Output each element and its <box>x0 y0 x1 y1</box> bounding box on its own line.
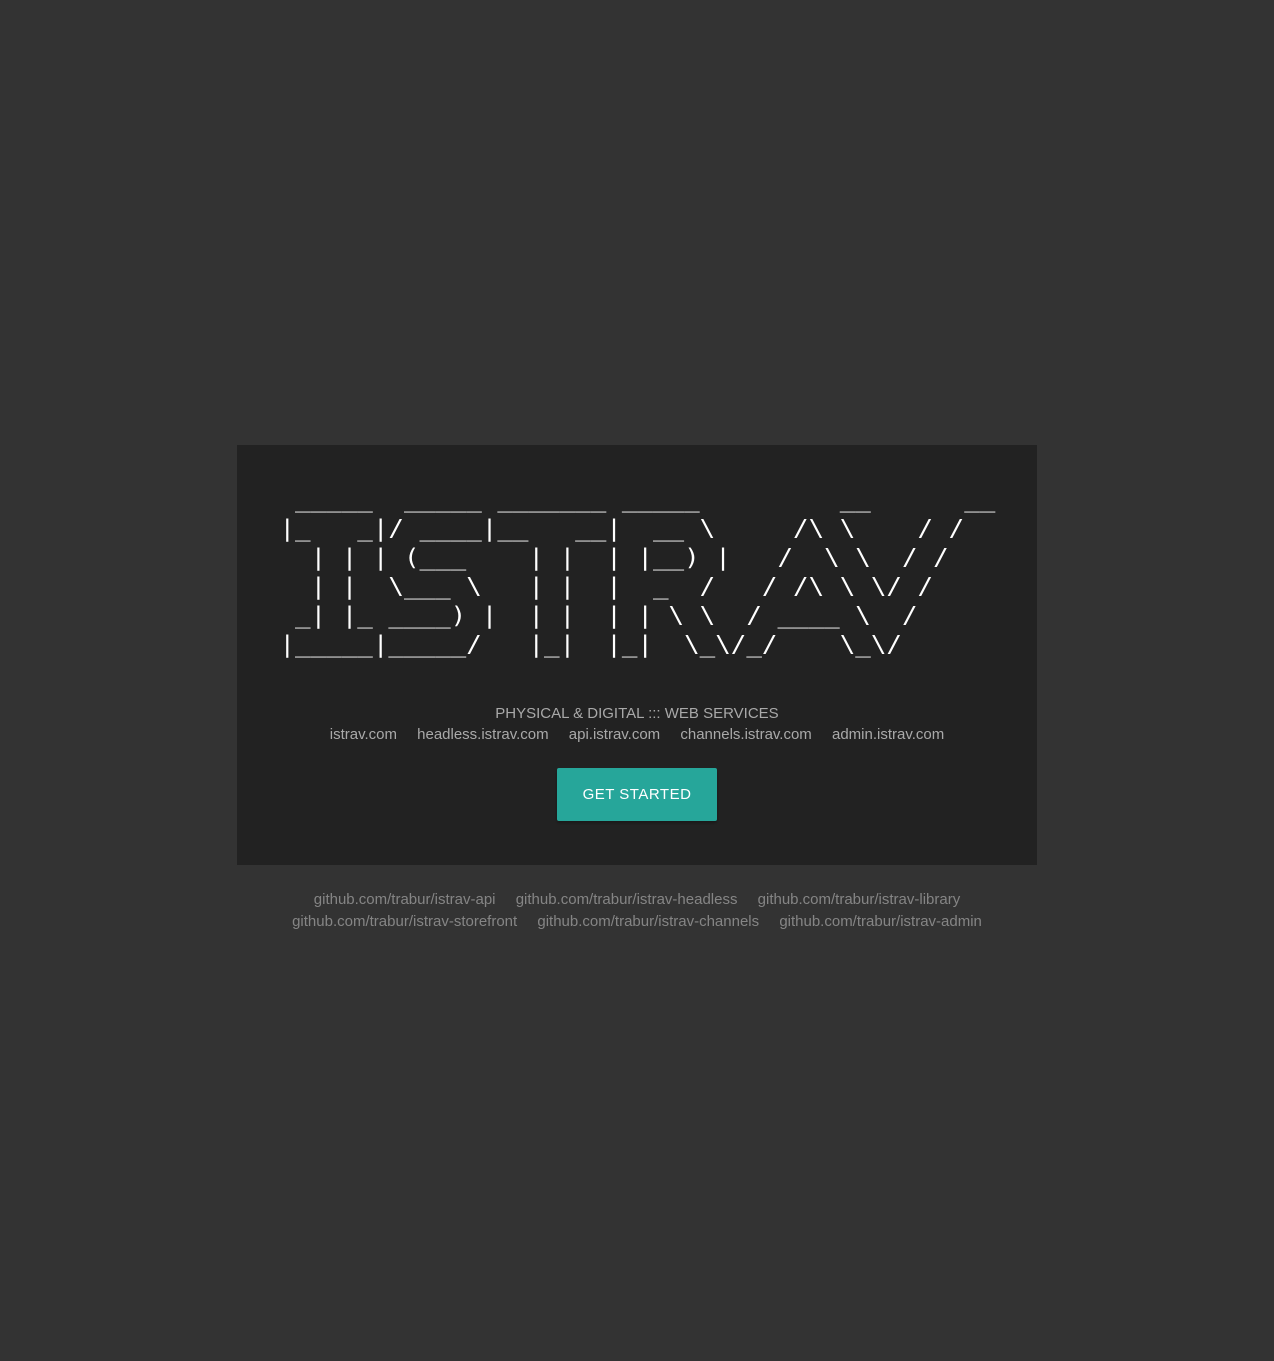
footer-row-1: github.com/trabur/istrav-api github.com/… <box>237 889 1037 911</box>
domain-links: istrav.com headless.istrav.com api.istra… <box>237 726 1037 744</box>
tagline: PHYSICAL & DIGITAL ::: WEB SERVICES <box>495 705 779 722</box>
page: _____ _____ _______ _____ __ __ |_ _|/ _… <box>0 0 1274 1361</box>
github-link-headless[interactable]: github.com/trabur/istrav-headless <box>516 891 738 908</box>
get-started-button[interactable]: GET STARTED <box>557 768 717 821</box>
domain-link-headless[interactable]: headless.istrav.com <box>417 726 548 743</box>
domain-link-istrav[interactable]: istrav.com <box>330 726 397 743</box>
domain-link-admin[interactable]: admin.istrav.com <box>832 726 944 743</box>
github-link-channels[interactable]: github.com/trabur/istrav-channels <box>537 913 759 930</box>
footer-row-2: github.com/trabur/istrav-storefront gith… <box>237 911 1037 933</box>
domain-link-api[interactable]: api.istrav.com <box>569 726 660 743</box>
hero-card: _____ _____ _______ _____ __ __ |_ _|/ _… <box>237 445 1037 865</box>
footer-links: github.com/trabur/istrav-api github.com/… <box>237 889 1037 933</box>
github-link-library[interactable]: github.com/trabur/istrav-library <box>758 891 961 908</box>
ascii-logo-container: _____ _____ _______ _____ __ __ |_ _|/ _… <box>237 485 1037 659</box>
domain-link-channels[interactable]: channels.istrav.com <box>680 726 811 743</box>
github-link-storefront[interactable]: github.com/trabur/istrav-storefront <box>292 913 517 930</box>
github-link-admin[interactable]: github.com/trabur/istrav-admin <box>779 913 982 930</box>
github-link-api[interactable]: github.com/trabur/istrav-api <box>314 891 496 908</box>
ascii-logo: _____ _____ _______ _____ __ __ |_ _|/ _… <box>279 485 995 658</box>
